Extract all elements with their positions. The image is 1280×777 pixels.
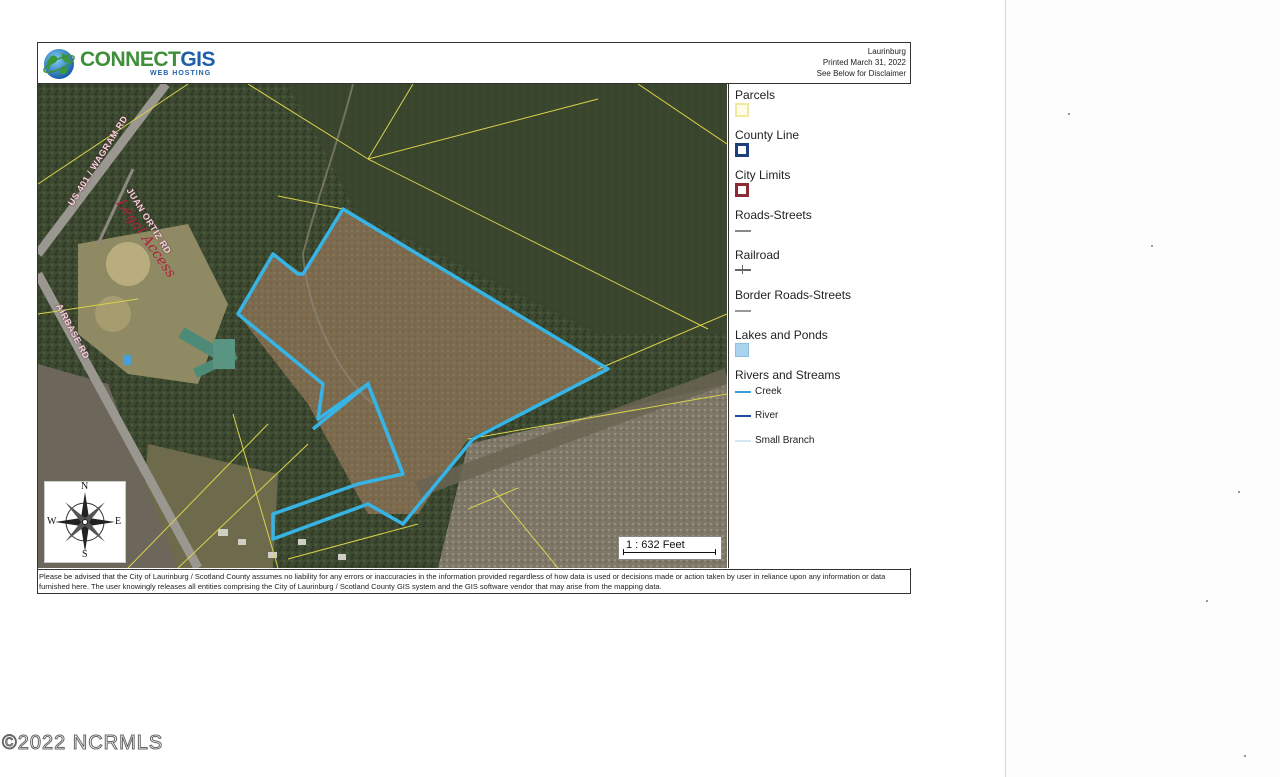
legend-railroad-line [735,269,751,271]
legend-rivers-label: Rivers and Streams [735,368,841,382]
globe-logo-icon [43,49,75,79]
scan-speck [1244,755,1246,757]
scan-speck [1206,600,1208,602]
legend-border-roads-line [735,310,751,312]
scan-speck [1238,491,1240,493]
map-legend: Parcels County Line City Limits Roads-St… [728,84,911,568]
legend-county-line-swatch [735,143,749,157]
logo-subtitle: WEB HOSTING [150,70,212,77]
aerial-map[interactable]: US 401 / WAGRAM RD JUAN ORTIZ RD AIRBASE… [38,84,727,568]
scan-speck [1151,245,1153,247]
logo-wordmark: CONNECTGIS [80,48,216,71]
legend-river-line [735,415,751,417]
legend-county-line-label: County Line [735,128,800,142]
legend-city-limits-swatch [735,183,749,197]
location-label: Laurinburg [867,47,906,56]
legend-city-limits-label: City Limits [735,168,791,182]
compass-north: N [81,481,89,492]
printed-date: Printed March 31, 2022 [822,58,906,67]
legend-creek-label: Creek [755,386,782,397]
compass-rose: N S E W [44,481,126,563]
map-print-frame: CONNECTGIS WEB HOSTING Laurinburg Printe… [37,42,911,594]
disclaimer-reference: See Below for Disclaimer [816,69,906,78]
legend-lakes-label: Lakes and Ponds [735,328,828,342]
adjacent-page [1005,0,1280,777]
legend-parcels-swatch [735,103,749,117]
legend-creek-line [735,391,751,393]
legend-small-branch-label: Small Branch [755,435,815,446]
scale-tick [623,549,624,555]
legend-border-roads-label: Border Roads-Streets [735,288,852,302]
print-info: Laurinburg Printed March 31, 2022 See Be… [817,46,906,79]
legend-parcels-label: Parcels [735,88,776,102]
copyright-watermark: ©2022 NCRMLS [1,732,164,755]
aerial-imagery [38,84,727,568]
compass-west: W [47,516,57,527]
legend-railroad-label: Railroad [735,248,780,262]
legend-lakes-swatch [735,343,749,357]
disclaimer-text: Please be advised that the City of Lauri… [38,569,910,593]
legend-roads-label: Roads-Streets [735,208,812,222]
legend-railroad-tick [742,265,743,274]
scale-line [623,552,715,553]
scale-bar: 1 : 632 Feet [618,536,722,560]
compass-east: E [115,516,122,527]
legend-river-label: River [755,410,779,421]
legend-small-branch-line [735,440,751,442]
legend-roads-line [735,230,751,232]
scan-speck [1068,113,1070,115]
scale-ratio: 1 : 632 Feet [626,539,685,551]
compass-south: S [82,549,88,560]
map-header: CONNECTGIS WEB HOSTING Laurinburg Printe… [38,43,910,84]
scale-tick [715,549,716,555]
